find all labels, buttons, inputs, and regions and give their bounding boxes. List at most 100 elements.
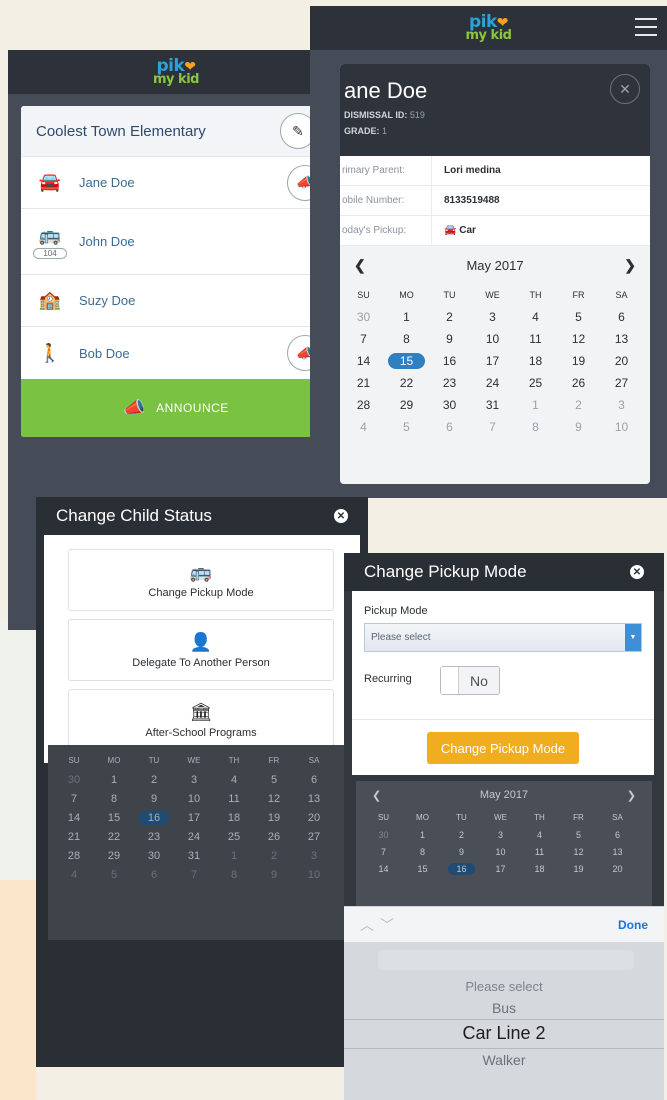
prev-month-button[interactable]: ❮: [354, 257, 366, 274]
calendar-day[interactable]: 6: [600, 306, 643, 328]
calendar-day[interactable]: 8: [94, 789, 134, 808]
calendar-day[interactable]: 31: [174, 846, 214, 865]
calendar-day[interactable]: 4: [520, 826, 559, 843]
calendar-day[interactable]: 20: [294, 808, 334, 827]
calendar-day[interactable]: 30: [54, 770, 94, 789]
calendar-day[interactable]: 5: [94, 865, 134, 884]
calendar-day[interactable]: 30: [428, 394, 471, 416]
calendar-day[interactable]: 3: [174, 770, 214, 789]
calendar-day[interactable]: 2: [442, 826, 481, 843]
calendar-day[interactable]: 12: [559, 843, 598, 860]
calendar-day[interactable]: 9: [428, 328, 471, 350]
close-button[interactable]: ✕: [610, 74, 640, 104]
calendar-day[interactable]: 13: [600, 328, 643, 350]
selected-day[interactable]: 15: [385, 350, 428, 372]
calendar-day[interactable]: 12: [557, 328, 600, 350]
calendar-day[interactable]: 6: [294, 770, 334, 789]
calendar-day[interactable]: 20: [598, 860, 637, 877]
announce-bar-button[interactable]: 📣 ANNOUNCE: [21, 379, 331, 437]
calendar-day[interactable]: 30: [364, 826, 403, 843]
child-row-john[interactable]: 🚌 104 John Doe: [21, 209, 331, 275]
calendar-day[interactable]: 5: [254, 770, 294, 789]
calendar-day[interactable]: 13: [294, 789, 334, 808]
calendar-day[interactable]: 7: [364, 843, 403, 860]
calendar-day[interactable]: 4: [214, 770, 254, 789]
picker-done-button[interactable]: Done: [618, 918, 648, 932]
calendar-day[interactable]: 28: [342, 394, 385, 416]
calendar-day[interactable]: 4: [514, 306, 557, 328]
calendar-day[interactable]: 17: [174, 808, 214, 827]
calendar-day[interactable]: 3: [481, 826, 520, 843]
calendar-day[interactable]: 20: [600, 350, 643, 372]
next-month-button[interactable]: ❯: [624, 257, 636, 274]
calendar-day[interactable]: 19: [254, 808, 294, 827]
calendar-day[interactable]: 17: [471, 350, 514, 372]
calendar-day[interactable]: 29: [385, 394, 428, 416]
calendar-day[interactable]: 8: [514, 416, 557, 438]
calendar-day[interactable]: 4: [54, 865, 94, 884]
calendar-day[interactable]: 1: [403, 826, 442, 843]
calendar-day[interactable]: 22: [385, 372, 428, 394]
calendar-day[interactable]: 18: [514, 350, 557, 372]
calendar-day[interactable]: 22: [94, 827, 134, 846]
calendar-day[interactable]: 21: [342, 372, 385, 394]
picker-option[interactable]: Walker: [344, 1052, 664, 1068]
recurring-toggle[interactable]: No: [440, 666, 500, 695]
calendar-day[interactable]: 3: [294, 846, 334, 865]
calendar-day[interactable]: 2: [557, 394, 600, 416]
calendar-day[interactable]: 11: [214, 789, 254, 808]
calendar-day[interactable]: 1: [514, 394, 557, 416]
calendar-day[interactable]: 2: [428, 306, 471, 328]
calendar-day[interactable]: 26: [254, 827, 294, 846]
calendar-day[interactable]: 14: [342, 350, 385, 372]
calendar-day[interactable]: 30: [342, 306, 385, 328]
calendar-day[interactable]: 10: [471, 328, 514, 350]
calendar-day[interactable]: 7: [471, 416, 514, 438]
calendar-day[interactable]: 10: [600, 416, 643, 438]
calendar-day[interactable]: 19: [559, 860, 598, 877]
picker-option-selected[interactable]: Car Line 2: [344, 1023, 664, 1044]
calendar-day[interactable]: 15: [403, 860, 442, 877]
close-icon[interactable]: ✕: [630, 565, 644, 579]
calendar-day[interactable]: 10: [294, 865, 334, 884]
picker-option[interactable]: Please select: [344, 979, 664, 994]
calendar-day[interactable]: 31: [471, 394, 514, 416]
calendar-day[interactable]: 13: [598, 843, 637, 860]
calendar-day[interactable]: 4: [342, 416, 385, 438]
calendar-day[interactable]: 28: [54, 846, 94, 865]
calendar-day[interactable]: 21: [54, 827, 94, 846]
calendar-day[interactable]: 8: [403, 843, 442, 860]
calendar-day[interactable]: 3: [600, 394, 643, 416]
calendar-day[interactable]: 23: [428, 372, 471, 394]
calendar-day[interactable]: 3: [471, 306, 514, 328]
calendar-day[interactable]: 9: [134, 789, 174, 808]
calendar-day[interactable]: 14: [364, 860, 403, 877]
calendar-day[interactable]: 24: [174, 827, 214, 846]
delegate-option[interactable]: 👤 Delegate To Another Person: [68, 619, 334, 681]
calendar-day[interactable]: 17: [481, 860, 520, 877]
close-icon[interactable]: ✕: [334, 509, 348, 523]
calendar-day[interactable]: 7: [342, 328, 385, 350]
after-school-option[interactable]: 🏛 After-School Programs: [68, 689, 334, 751]
calendar-day[interactable]: 7: [174, 865, 214, 884]
calendar-day[interactable]: 12: [254, 789, 294, 808]
pickup-mode-select[interactable]: Please select ▼: [364, 623, 642, 652]
calendar-day[interactable]: 8: [385, 328, 428, 350]
picker-option[interactable]: Bus: [344, 1000, 664, 1016]
calendar-day[interactable]: 6: [598, 826, 637, 843]
menu-icon[interactable]: [635, 18, 657, 36]
calendar-day[interactable]: 1: [94, 770, 134, 789]
calendar-day[interactable]: 11: [520, 843, 559, 860]
calendar-day[interactable]: 10: [174, 789, 214, 808]
calendar-day[interactable]: 18: [520, 860, 559, 877]
calendar-day[interactable]: 11: [514, 328, 557, 350]
selected-day[interactable]: 16: [134, 808, 174, 827]
child-row-suzy[interactable]: 🏫 Suzy Doe: [21, 275, 331, 327]
child-row-bob[interactable]: 🚶 Bob Doe 📣: [21, 327, 331, 379]
change-pickup-mode-button[interactable]: Change Pickup Mode: [427, 732, 579, 764]
calendar-day[interactable]: 9: [254, 865, 294, 884]
calendar-day[interactable]: 5: [385, 416, 428, 438]
calendar-day[interactable]: 9: [442, 843, 481, 860]
calendar-day[interactable]: 5: [559, 826, 598, 843]
selected-day[interactable]: 16: [442, 860, 481, 877]
